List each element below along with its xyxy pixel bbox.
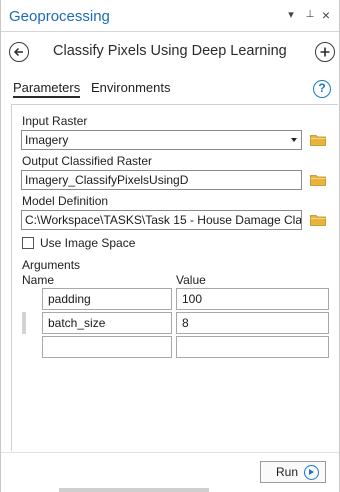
row-selector[interactable] (22, 312, 26, 334)
output-raster-label: Output Classified Raster (22, 154, 153, 168)
pin-icon[interactable]: ⊥ (303, 7, 317, 23)
output-raster-value: Imagery_ClassifyPixelsUsingD (25, 173, 189, 187)
arguments-label: Arguments (22, 258, 81, 272)
output-raster-input[interactable]: Imagery_ClassifyPixelsUsingD (21, 170, 302, 190)
bottom-tab-indicator (59, 488, 209, 492)
pane-footer: Run (1, 452, 339, 492)
argument-name-cell[interactable]: padding (42, 288, 172, 310)
run-button[interactable]: Run (260, 461, 326, 483)
argument-name-cell[interactable] (42, 336, 172, 358)
pane-titlebar: Geoprocessing ▾ ⊥ × (1, 0, 339, 32)
argument-value-cell[interactable]: 8 (176, 312, 329, 334)
run-label: Run (276, 465, 299, 479)
arguments-value-header: Value (176, 273, 206, 287)
tool-header: Classify Pixels Using Deep Learning (1, 33, 339, 73)
parameters-panel: Input Raster Imagery Output Classified R… (11, 104, 338, 451)
model-definition-input[interactable]: C:\Workspace\TASKS\Task 15 - House Damag… (21, 210, 302, 230)
play-icon (304, 465, 319, 480)
input-raster-value: Imagery (25, 133, 69, 147)
input-raster-label: Input Raster (22, 114, 88, 128)
close-icon[interactable]: × (319, 7, 333, 23)
model-definition-label: Model Definition (22, 194, 109, 208)
back-arrow-icon (13, 47, 23, 57)
folder-icon[interactable] (310, 214, 326, 226)
chevron-down-icon (291, 138, 297, 142)
arguments-name-header: Name (22, 273, 55, 287)
use-image-space-checkbox[interactable] (22, 237, 34, 249)
tab-environments[interactable]: Environments (91, 80, 170, 95)
argument-value-cell[interactable] (176, 336, 329, 358)
pane-menu-icon[interactable]: ▾ (284, 7, 298, 23)
folder-icon[interactable] (310, 134, 326, 146)
back-button[interactable] (9, 42, 29, 62)
add-button[interactable] (315, 42, 335, 62)
tool-title: Classify Pixels Using Deep Learning (53, 43, 287, 59)
geoprocessing-pane: Geoprocessing ▾ ⊥ × Classify Pixels Usin… (0, 0, 340, 492)
model-definition-value: C:\Workspace\TASKS\Task 15 - House Damag… (25, 213, 302, 227)
use-image-space-label: Use Image Space (40, 236, 136, 250)
argument-name-cell[interactable]: batch_size (42, 312, 172, 334)
plus-icon (320, 47, 330, 57)
input-raster-dropdown[interactable]: Imagery (21, 130, 302, 150)
folder-icon[interactable] (310, 174, 326, 186)
pane-title: Geoprocessing (9, 8, 110, 25)
argument-value-cell[interactable]: 100 (176, 288, 329, 310)
help-icon[interactable]: ? (313, 80, 331, 98)
tab-parameters[interactable]: Parameters (13, 80, 81, 98)
